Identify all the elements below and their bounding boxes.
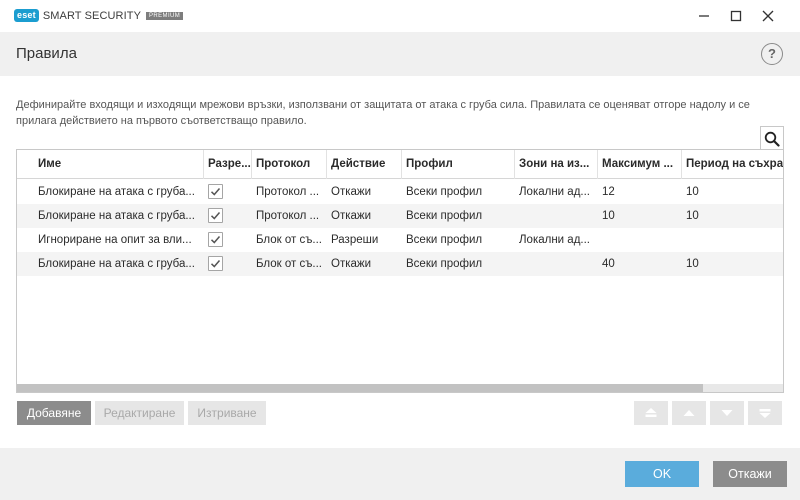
rule-protocol: Блок от съ... — [256, 234, 323, 246]
table-row[interactable]: Блокиране на атака с груба... Протокол .… — [17, 180, 783, 204]
rule-name: Блокиране на атака с груба... — [38, 258, 195, 270]
rule-maximum: 40 — [602, 258, 615, 270]
rule-zones: Локални ад... — [519, 186, 590, 198]
rule-name: Блокиране на атака с груба... — [38, 186, 195, 198]
rule-protocol: Протокол ... — [256, 210, 320, 222]
move-top-button[interactable] — [634, 401, 668, 425]
column-header-enabled[interactable]: Разре... — [204, 150, 252, 179]
double-chevron-down-icon — [759, 409, 771, 418]
close-button[interactable] — [752, 0, 784, 32]
move-bottom-button[interactable] — [748, 401, 782, 425]
checkmark-icon — [210, 212, 221, 220]
enabled-checkbox[interactable] — [208, 184, 223, 199]
edit-button[interactable]: Редактиране — [95, 401, 184, 425]
rule-profile: Всеки профил — [406, 210, 483, 222]
table-row[interactable]: Блокиране на атака с груба... Протокол .… — [17, 204, 783, 228]
app-logo: eset SMART SECURITY PREMIUM — [14, 9, 184, 22]
horizontal-scrollbar[interactable] — [17, 384, 783, 392]
checkmark-icon — [210, 236, 221, 244]
close-icon — [762, 10, 774, 22]
rule-period: 10 — [686, 258, 699, 270]
checkmark-icon — [210, 188, 221, 196]
rule-period: 10 — [686, 186, 699, 198]
rule-action: Откажи — [331, 258, 372, 270]
rule-zones: Локални ад... — [519, 234, 590, 246]
rule-profile: Всеки профил — [406, 234, 483, 246]
checkmark-icon — [210, 260, 221, 268]
enabled-checkbox[interactable] — [208, 232, 223, 247]
dialog-header: Правила — [0, 32, 800, 76]
rule-maximum: 12 — [602, 186, 615, 198]
product-name: SMART SECURITY — [42, 9, 142, 22]
column-header-maximum[interactable]: Максимум ... — [598, 150, 682, 179]
cancel-button[interactable]: Откажи — [713, 461, 787, 487]
chevron-up-icon — [683, 410, 695, 416]
column-header-name[interactable]: Име — [34, 150, 204, 179]
minimize-button[interactable] — [688, 0, 720, 32]
edition-badge: PREMIUM — [146, 11, 184, 20]
rule-maximum — [598, 228, 682, 252]
page-title: Правила — [16, 45, 77, 62]
rule-period — [682, 228, 782, 252]
rule-protocol: Протокол ... — [256, 186, 320, 198]
eset-logo: eset — [14, 9, 39, 22]
rule-profile: Всеки профил — [406, 258, 483, 270]
ok-button[interactable]: OK — [625, 461, 699, 487]
rule-protocol: Блок от съ... — [256, 258, 323, 270]
rule-name: Игнориране на опит за вли... — [38, 234, 192, 246]
delete-button[interactable]: Изтриване — [188, 401, 266, 425]
description-text: Дефинирайте входящи и изходящи мрежови в… — [16, 99, 750, 127]
rule-action: Откажи — [331, 186, 372, 198]
column-header-protocol[interactable]: Протокол — [252, 150, 327, 179]
title-bar: eset SMART SECURITY PREMIUM — [0, 0, 800, 32]
enabled-checkbox[interactable] — [208, 208, 223, 223]
column-header-period[interactable]: Период на съхра — [682, 150, 783, 179]
rule-action: Разреши — [331, 234, 379, 246]
minimize-icon — [699, 15, 709, 17]
table-row[interactable]: Игнориране на опит за вли... Блок от съ.… — [17, 228, 783, 252]
rule-action: Откажи — [331, 210, 372, 222]
rule-zones — [515, 252, 598, 276]
move-down-button[interactable] — [710, 401, 744, 425]
help-button[interactable]: ? — [761, 43, 783, 65]
enabled-checkbox[interactable] — [208, 256, 223, 271]
add-button[interactable]: Добавяне — [17, 401, 91, 425]
column-header-profile[interactable]: Профил — [402, 150, 515, 179]
rule-zones — [515, 204, 598, 228]
move-up-button[interactable] — [672, 401, 706, 425]
double-chevron-up-icon — [645, 408, 657, 417]
maximize-icon — [730, 10, 742, 22]
rule-maximum: 10 — [602, 210, 615, 222]
scrollbar-thumb[interactable] — [17, 384, 703, 392]
rule-profile: Всеки профил — [406, 186, 483, 198]
rule-period: 10 — [686, 210, 699, 222]
table-body: Блокиране на атака с груба... Протокол .… — [17, 180, 783, 276]
table-header: Име Разре... Протокол Действие Профил Зо… — [17, 150, 783, 179]
column-header-action[interactable]: Действие — [327, 150, 402, 179]
column-header-zones[interactable]: Зони на из... — [515, 150, 598, 179]
table-row[interactable]: Блокиране на атака с груба... Блок от съ… — [17, 252, 783, 276]
search-button[interactable] — [760, 126, 784, 150]
chevron-down-icon — [721, 410, 733, 416]
maximize-button[interactable] — [720, 0, 752, 32]
rules-table: Име Разре... Протокол Действие Профил Зо… — [16, 149, 784, 393]
search-icon — [764, 131, 780, 147]
rule-name: Блокиране на атака с груба... — [38, 210, 195, 222]
